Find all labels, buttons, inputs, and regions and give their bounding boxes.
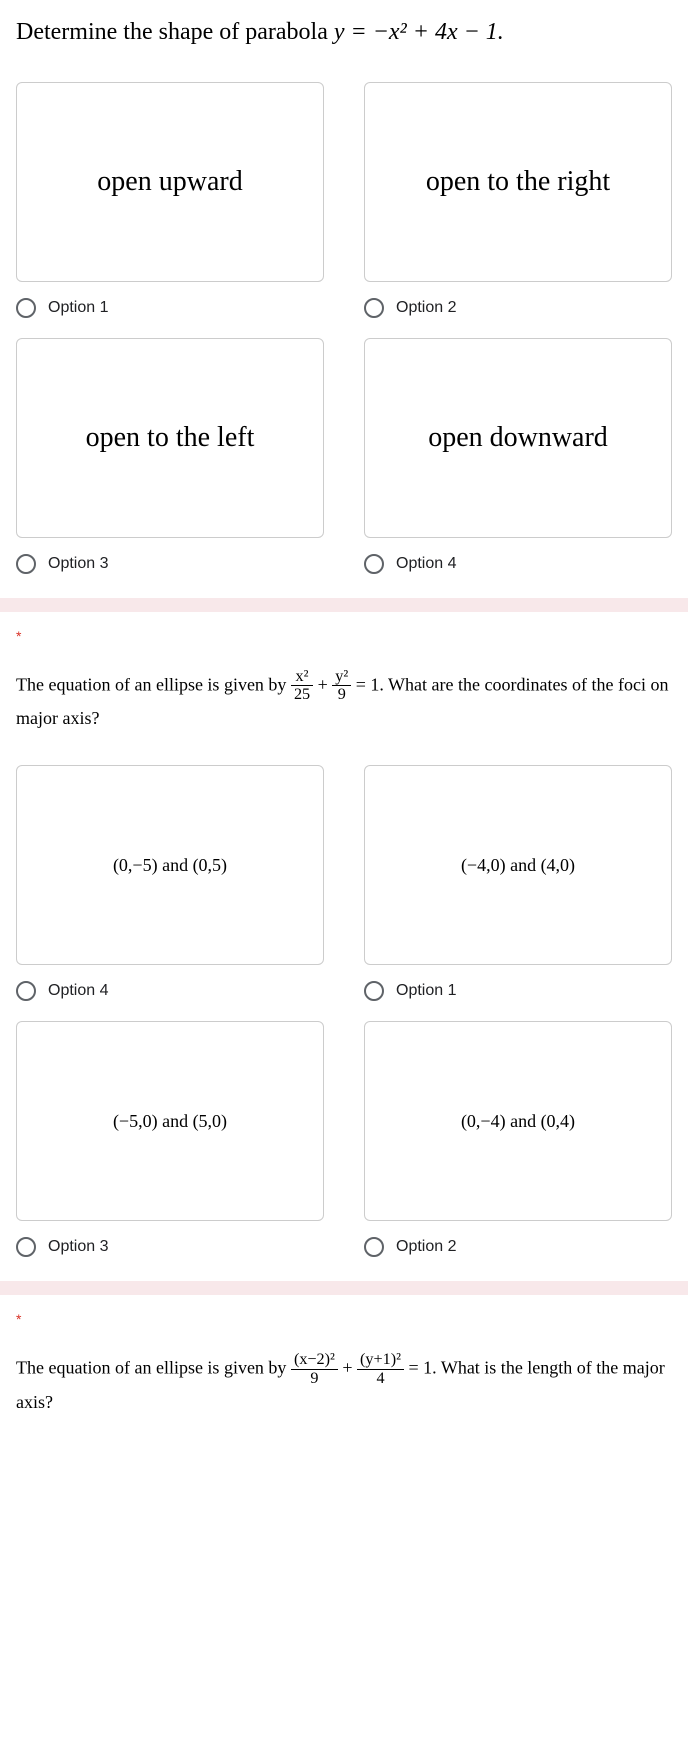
q1-radio-row-1[interactable]: Option 1 [16, 298, 324, 318]
q2-option-a: (0,−5) and (0,5) Option 4 [16, 765, 324, 1001]
radio-icon[interactable] [364, 554, 384, 574]
q1-card-2: open to the right [364, 82, 672, 282]
q1-card-4: open downward [364, 338, 672, 538]
q1-label-3: Option 3 [48, 555, 108, 573]
q1-card-1-text: open upward [97, 166, 242, 198]
radio-icon[interactable] [364, 981, 384, 1001]
radio-icon[interactable] [16, 298, 36, 318]
question-3-prompt: The equation of an ellipse is given by (… [16, 1351, 672, 1416]
section-divider [0, 598, 688, 612]
q2-card-b-text: (−4,0) and (4,0) [461, 855, 575, 876]
radio-icon[interactable] [364, 1237, 384, 1257]
q2-option-c: (−5,0) and (5,0) Option 3 [16, 1021, 324, 1257]
q2-radio-row-d[interactable]: Option 2 [364, 1237, 672, 1257]
q1-options: open upward Option 1 open to the right O… [16, 82, 672, 574]
q1-card-4-text: open downward [428, 422, 608, 454]
q2-plus: + [318, 674, 333, 694]
q2-radio-row-a[interactable]: Option 4 [16, 981, 324, 1001]
q3-frac1-den: 9 [291, 1370, 338, 1388]
radio-icon[interactable] [16, 554, 36, 574]
question-2-prompt: The equation of an ellipse is given by x… [16, 668, 672, 733]
question-1: Determine the shape of parabola y = −x² … [0, 0, 688, 598]
q2-frac2-den: 9 [332, 686, 351, 704]
q1-card-3: open to the left [16, 338, 324, 538]
q1-label-4: Option 4 [396, 555, 456, 573]
q2-card-d-text: (0,−4) and (0,4) [461, 1111, 575, 1132]
q1-card-1: open upward [16, 82, 324, 282]
q3-frac2-den: 4 [357, 1370, 404, 1388]
q2-card-b: (−4,0) and (4,0) [364, 765, 672, 965]
q2-option-d: (0,−4) and (0,4) Option 2 [364, 1021, 672, 1257]
q2-card-c-text: (−5,0) and (5,0) [113, 1111, 227, 1132]
q2-frac1-den: 25 [291, 686, 313, 704]
q1-option-2: open to the right Option 2 [364, 82, 672, 318]
q2-card-c: (−5,0) and (5,0) [16, 1021, 324, 1221]
q1-equation: y = −x² + 4x − 1. [334, 19, 504, 45]
question-3: * The equation of an ellipse is given by… [0, 1295, 688, 1448]
q1-prefix: Determine the shape of parabola [16, 19, 334, 45]
q2-label-b: Option 1 [396, 982, 456, 1000]
q2-option-b: (−4,0) and (4,0) Option 1 [364, 765, 672, 1001]
radio-icon[interactable] [16, 1237, 36, 1257]
q2-prefix: The equation of an ellipse is given by [16, 674, 291, 694]
q2-label-d: Option 2 [396, 1238, 456, 1256]
required-indicator: * [16, 1311, 672, 1327]
q1-radio-row-4[interactable]: Option 4 [364, 554, 672, 574]
q1-label-1: Option 1 [48, 299, 108, 317]
q2-label-a: Option 4 [48, 982, 108, 1000]
q3-plus: + [342, 1357, 357, 1377]
question-1-prompt: Determine the shape of parabola y = −x² … [16, 16, 672, 50]
radio-icon[interactable] [364, 298, 384, 318]
q1-card-3-text: open to the left [86, 422, 255, 454]
section-divider [0, 1281, 688, 1295]
q3-prefix: The equation of an ellipse is given by [16, 1357, 291, 1377]
q3-frac2: (y+1)² 4 [357, 1351, 404, 1388]
radio-icon[interactable] [16, 981, 36, 1001]
q2-options: (0,−5) and (0,5) Option 4 (−4,0) and (4,… [16, 765, 672, 1257]
q1-radio-row-3[interactable]: Option 3 [16, 554, 324, 574]
q2-frac2-num: y² [332, 668, 351, 687]
q1-option-4: open downward Option 4 [364, 338, 672, 574]
q3-frac1-num: (x−2)² [291, 1351, 338, 1370]
q2-radio-row-b[interactable]: Option 1 [364, 981, 672, 1001]
q1-radio-row-2[interactable]: Option 2 [364, 298, 672, 318]
q2-card-a: (0,−5) and (0,5) [16, 765, 324, 965]
q3-frac1: (x−2)² 9 [291, 1351, 338, 1388]
q2-card-a-text: (0,−5) and (0,5) [113, 855, 227, 876]
q2-label-c: Option 3 [48, 1238, 108, 1256]
question-2: * The equation of an ellipse is given by… [0, 612, 688, 1281]
q2-card-d: (0,−4) and (0,4) [364, 1021, 672, 1221]
q2-frac1: x² 25 [291, 668, 313, 705]
q1-card-2-text: open to the right [426, 166, 610, 198]
q2-frac1-num: x² [291, 668, 313, 687]
required-indicator: * [16, 628, 672, 644]
q1-label-2: Option 2 [396, 299, 456, 317]
q1-option-1: open upward Option 1 [16, 82, 324, 318]
q2-radio-row-c[interactable]: Option 3 [16, 1237, 324, 1257]
q1-option-3: open to the left Option 3 [16, 338, 324, 574]
q2-frac2: y² 9 [332, 668, 351, 705]
q3-frac2-num: (y+1)² [357, 1351, 404, 1370]
